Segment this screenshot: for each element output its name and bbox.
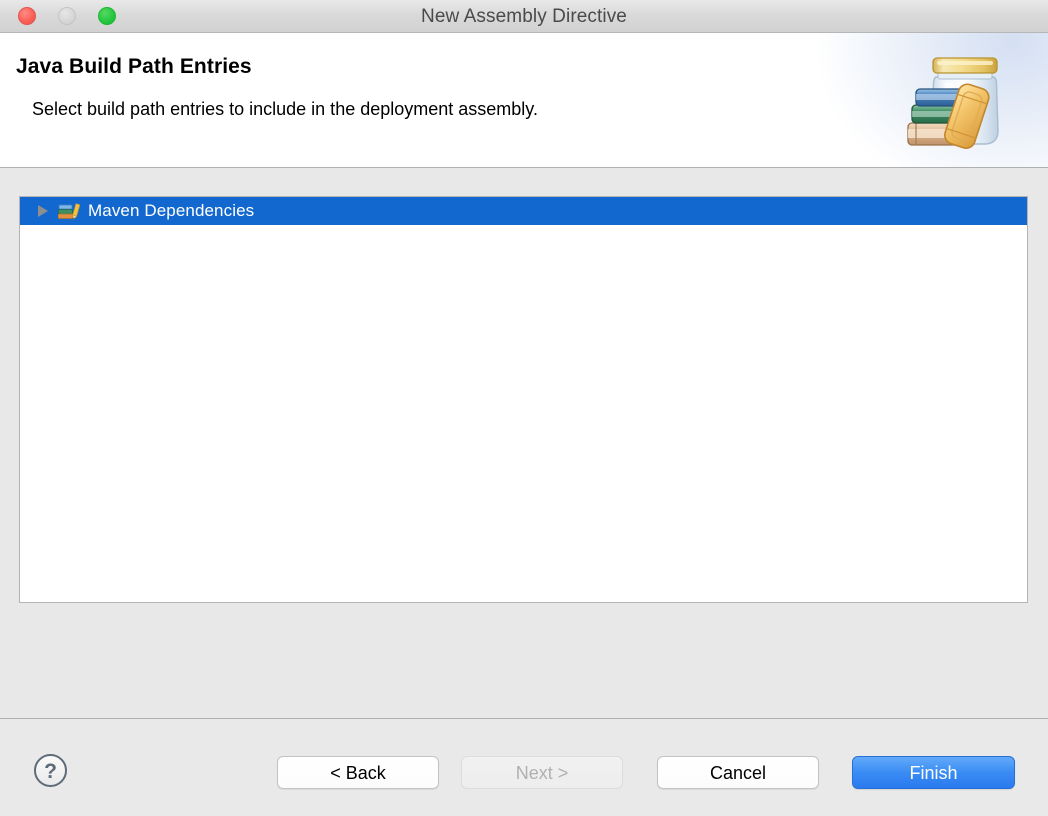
wizard-content-area: Maven Dependencies	[0, 168, 1048, 718]
dialog-window: New Assembly Directive Java Build Path E…	[0, 0, 1048, 816]
cancel-button[interactable]: Cancel	[657, 756, 819, 789]
back-button[interactable]: < Back	[277, 756, 439, 789]
jar-with-cookies-icon	[904, 45, 1040, 163]
window-title: New Assembly Directive	[421, 6, 627, 27]
page-title: Java Build Path Entries	[16, 55, 252, 78]
tree-row[interactable]: Maven Dependencies	[20, 197, 1027, 225]
build-path-entries-tree[interactable]: Maven Dependencies	[19, 196, 1028, 603]
svg-text:?: ?	[44, 760, 57, 783]
next-button: Next >	[461, 756, 623, 789]
finish-button[interactable]: Finish	[852, 756, 1015, 789]
wizard-header: Java Build Path Entries Select build pat…	[0, 33, 1048, 168]
maven-dependencies-library-icon	[58, 202, 80, 220]
chevron-right-icon[interactable]	[36, 204, 52, 218]
help-button[interactable]: ?	[33, 753, 68, 788]
tree-item-label: Maven Dependencies	[88, 201, 255, 220]
dialog-footer: ? < Back Next > Cancel Finish	[0, 718, 1048, 816]
page-subtitle: Select build path entries to include in …	[32, 99, 538, 119]
title-bar: New Assembly Directive	[0, 0, 1048, 33]
